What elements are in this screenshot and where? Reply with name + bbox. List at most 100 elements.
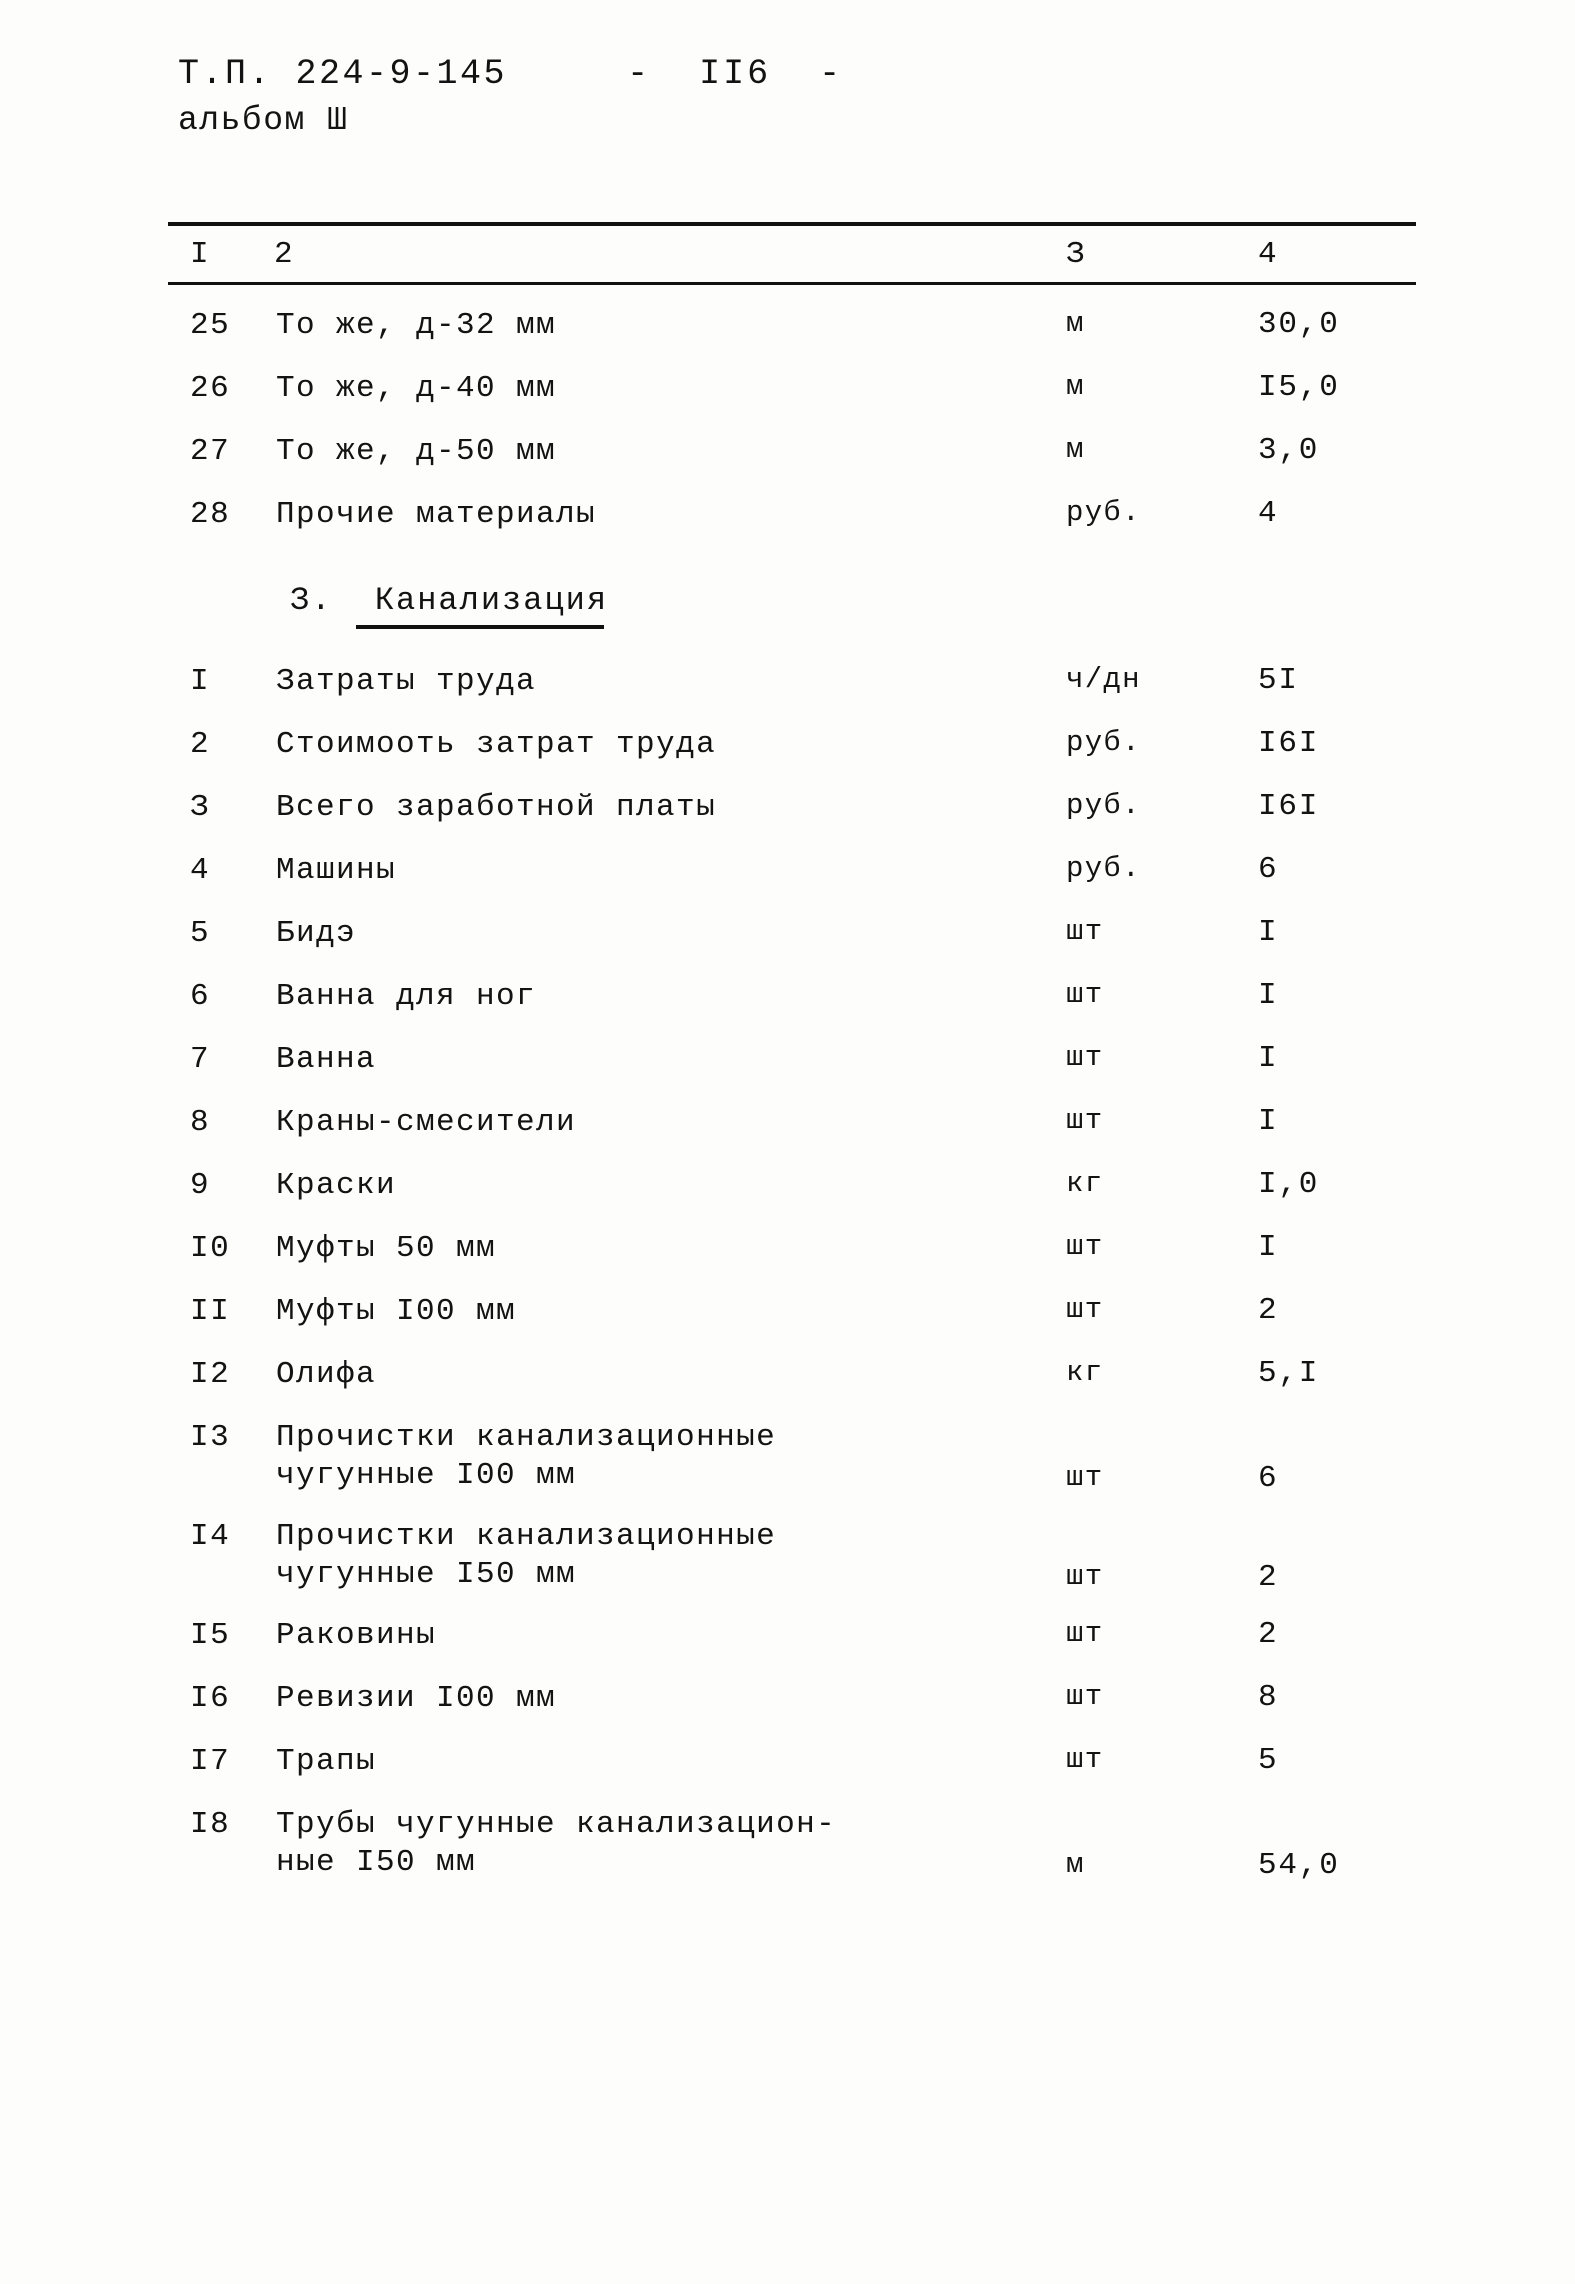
row-unit: шт	[1066, 1230, 1104, 1263]
row-value: I6I	[1258, 726, 1320, 761]
table-row: 25 То же, д-32 мм м 30,0	[168, 307, 1416, 355]
row-number: I	[190, 664, 211, 699]
row-number: I7	[190, 1744, 231, 1779]
row-value: I	[1258, 915, 1279, 950]
row-number: 4	[190, 853, 211, 888]
row-value: I6I	[1258, 789, 1320, 824]
row-number: I3	[190, 1420, 231, 1455]
row-unit: ч/дн	[1066, 663, 1141, 696]
row-number: I0	[190, 1231, 231, 1266]
table-row: I2 Олифа кг 5,I	[168, 1356, 1416, 1404]
row-description: Муфты 50 мм	[276, 1231, 497, 1266]
specification-table: I 2 З 4 25 То же, д-32 мм м 30,0 26 То же, д-…	[168, 222, 1416, 1905]
row-unit: кг	[1066, 1356, 1104, 1389]
column-header-value: 4	[1258, 236, 1278, 272]
row-value: 2	[1258, 1617, 1279, 1652]
row-number: 27	[190, 434, 231, 469]
row-unit: кг	[1066, 1167, 1104, 1200]
row-value: I	[1258, 978, 1279, 1013]
table-row: 7 Ванна шт I	[168, 1041, 1416, 1089]
row-number: I5	[190, 1618, 231, 1653]
row-value: 2	[1258, 1560, 1279, 1595]
table-row: 6 Ванна для ног шт I	[168, 978, 1416, 1026]
row-unit: м	[1066, 1848, 1085, 1881]
column-header-number: I	[190, 236, 210, 272]
row-description: Трапы	[276, 1744, 377, 1779]
row-value: 6	[1258, 1461, 1279, 1496]
row-number: I4	[190, 1519, 231, 1554]
row-number: I6	[190, 1681, 231, 1716]
table-row: 4 Машины руб. 6	[168, 852, 1416, 900]
row-description: Прочистки канализационные чугунные I50 м…	[276, 1519, 777, 1592]
row-number: I8	[190, 1807, 231, 1842]
row-value: 2	[1258, 1293, 1279, 1328]
row-description: Ревизии I00 мм	[276, 1681, 557, 1716]
document-header: Т.П. 224-9-145 - II6 - альбом Ш	[178, 52, 1378, 142]
row-value: 5,I	[1258, 1356, 1320, 1391]
row-unit: м	[1066, 370, 1085, 403]
rows-group-after-section: I Затраты труда ч/дн 5I 2 Стоимооть затрат тр…	[168, 663, 1416, 1883]
row-description: Ванна для ног	[276, 979, 537, 1014]
row-unit: руб.	[1066, 496, 1141, 529]
row-unit: шт	[1066, 978, 1104, 1011]
row-value: I,0	[1258, 1167, 1320, 1202]
row-description: Прочистки канализационные чугунные I00 м…	[276, 1420, 777, 1493]
row-value: I	[1258, 1041, 1279, 1076]
row-unit: м	[1066, 307, 1085, 340]
table-row: 9 Краски кг I,0	[168, 1167, 1416, 1215]
table-row: I Затраты труда ч/дн 5I	[168, 663, 1416, 711]
table-row: 8 Краны-смесители шт I	[168, 1104, 1416, 1152]
row-description: Затраты труда	[276, 664, 537, 699]
row-number: 7	[190, 1042, 211, 1077]
table-row: I0 Муфты 50 мм шт I	[168, 1230, 1416, 1278]
row-value: I5,0	[1258, 370, 1340, 405]
table-header-row: I 2 З 4	[168, 226, 1416, 282]
column-header-name: 2	[274, 236, 294, 272]
table-row: I6 Ревизии I00 мм шт 8	[168, 1680, 1416, 1728]
row-description: То же, д-40 мм	[276, 371, 557, 406]
table-row: I3 Прочистки канализационные чугунные I00…	[168, 1419, 1416, 1496]
row-number: I2	[190, 1357, 231, 1392]
table-row: II Муфты I00 мм шт 2	[168, 1293, 1416, 1341]
row-unit: шт	[1066, 915, 1104, 948]
album-label: альбом Ш	[178, 101, 349, 139]
row-unit: шт	[1066, 1560, 1104, 1593]
row-description: Раковины	[276, 1618, 437, 1653]
row-unit: шт	[1066, 1461, 1104, 1494]
row-description: Муфты I00 мм	[276, 1294, 517, 1329]
rows-group-before-section: 25 То же, д-32 мм м 30,0 26 То же, д-40 мм м I5…	[168, 307, 1416, 544]
document-code: Т.П. 224-9-145	[178, 54, 508, 94]
row-unit: шт	[1066, 1293, 1104, 1326]
table-row: З Всего заработной платы руб. I6I	[168, 789, 1416, 837]
row-description: Бидэ	[276, 916, 357, 951]
row-value: 6	[1258, 852, 1279, 887]
table-row: I4 Прочистки канализационные чугунные I50…	[168, 1518, 1416, 1595]
row-number: 25	[190, 308, 231, 343]
row-unit: шт	[1066, 1680, 1104, 1713]
row-description: Прочие материалы	[276, 497, 597, 532]
row-value: 3,0	[1258, 433, 1320, 468]
row-unit: м	[1066, 433, 1085, 466]
row-description: Всего заработной платы	[276, 790, 717, 825]
row-value: I	[1258, 1230, 1279, 1265]
table-row: 28 Прочие материалы руб. 4	[168, 496, 1416, 544]
row-unit: шт	[1066, 1617, 1104, 1650]
section-heading: З. Канализация	[168, 582, 1416, 629]
row-number: 6	[190, 979, 211, 1014]
row-description: Краны-смесители	[276, 1105, 577, 1140]
section-heading-underline	[356, 625, 604, 629]
row-unit: руб.	[1066, 726, 1141, 759]
row-value: 8	[1258, 1680, 1279, 1715]
row-value: 30,0	[1258, 307, 1340, 342]
page-number: - II6 -	[627, 54, 844, 94]
row-value: 5I	[1258, 663, 1299, 698]
column-header-unit: З	[1066, 236, 1086, 272]
table-row: 26 То же, д-40 мм м I5,0	[168, 370, 1416, 418]
row-number: 26	[190, 371, 231, 406]
table-row: 5 Бидэ шт I	[168, 915, 1416, 963]
row-value: I	[1258, 1104, 1279, 1139]
row-unit: шт	[1066, 1041, 1104, 1074]
table-row: I7 Трапы шт 5	[168, 1743, 1416, 1791]
row-value: 54,0	[1258, 1848, 1340, 1883]
table-row: I5 Раковины шт 2	[168, 1617, 1416, 1665]
